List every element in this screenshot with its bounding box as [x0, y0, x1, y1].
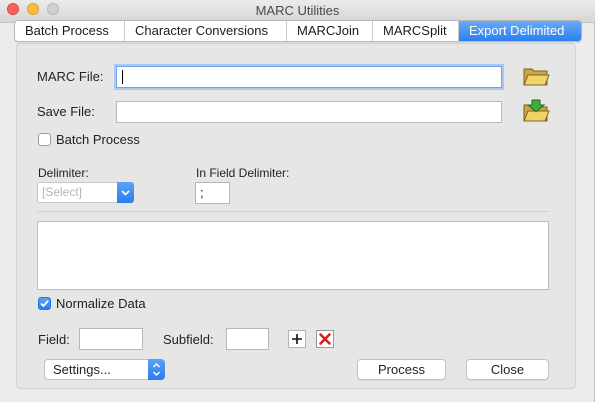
- checkmark-icon: [40, 300, 49, 308]
- window-title: MARC Utilities: [255, 3, 340, 18]
- red-x-icon: [319, 333, 331, 345]
- chevron-down-icon: [117, 182, 134, 203]
- batch-process-label: Batch Process: [56, 132, 140, 147]
- tab-bar: Batch Process Character Conversions MARC…: [14, 20, 582, 42]
- subfield-input[interactable]: [226, 328, 269, 350]
- tab-character-conversions[interactable]: Character Conversions: [125, 21, 287, 41]
- tab-export-delimited[interactable]: Export Delimited: [459, 21, 581, 41]
- delimiter-label: Delimiter:: [38, 166, 89, 180]
- field-input[interactable]: [79, 328, 143, 350]
- process-button[interactable]: Process: [357, 359, 446, 380]
- tab-marcjoin[interactable]: MARCJoin: [287, 21, 373, 41]
- text-cursor: [122, 70, 123, 84]
- normalize-data-checkbox[interactable]: [38, 297, 51, 310]
- marc-file-input[interactable]: [116, 66, 502, 88]
- batch-process-checkbox[interactable]: [38, 133, 51, 146]
- field-label: Field:: [38, 332, 70, 347]
- marc-file-label: MARC File:: [37, 69, 104, 84]
- app-window: MARC Utilities Batch Process Character C…: [0, 0, 595, 402]
- subfield-label: Subfield:: [163, 332, 214, 347]
- settings-popup-button[interactable]: Settings...: [44, 359, 165, 380]
- normalize-data-label: Normalize Data: [56, 296, 146, 311]
- save-folder-icon[interactable]: [522, 98, 550, 124]
- tab-marcsplit[interactable]: MARCSplit: [373, 21, 459, 41]
- tab-batch-process[interactable]: Batch Process: [15, 21, 125, 41]
- settings-label: Settings...: [53, 362, 111, 377]
- in-field-delimiter-value: ;: [200, 185, 204, 200]
- in-field-delimiter-input[interactable]: ;: [195, 182, 230, 204]
- close-button[interactable]: Close: [466, 359, 549, 380]
- delimiter-value: [Select]: [42, 185, 83, 199]
- save-file-label: Save File:: [37, 104, 95, 119]
- field-list-box[interactable]: [37, 221, 549, 290]
- plus-icon: [292, 334, 302, 344]
- separator: [37, 211, 549, 212]
- save-file-input[interactable]: [116, 101, 502, 123]
- add-field-button[interactable]: [288, 330, 306, 348]
- in-field-delimiter-label: In Field Delimiter:: [196, 166, 290, 180]
- open-folder-icon[interactable]: [522, 64, 550, 88]
- up-down-chevron-icon: [148, 359, 165, 380]
- remove-field-button[interactable]: [316, 330, 334, 348]
- delimiter-select[interactable]: [Select]: [37, 182, 134, 203]
